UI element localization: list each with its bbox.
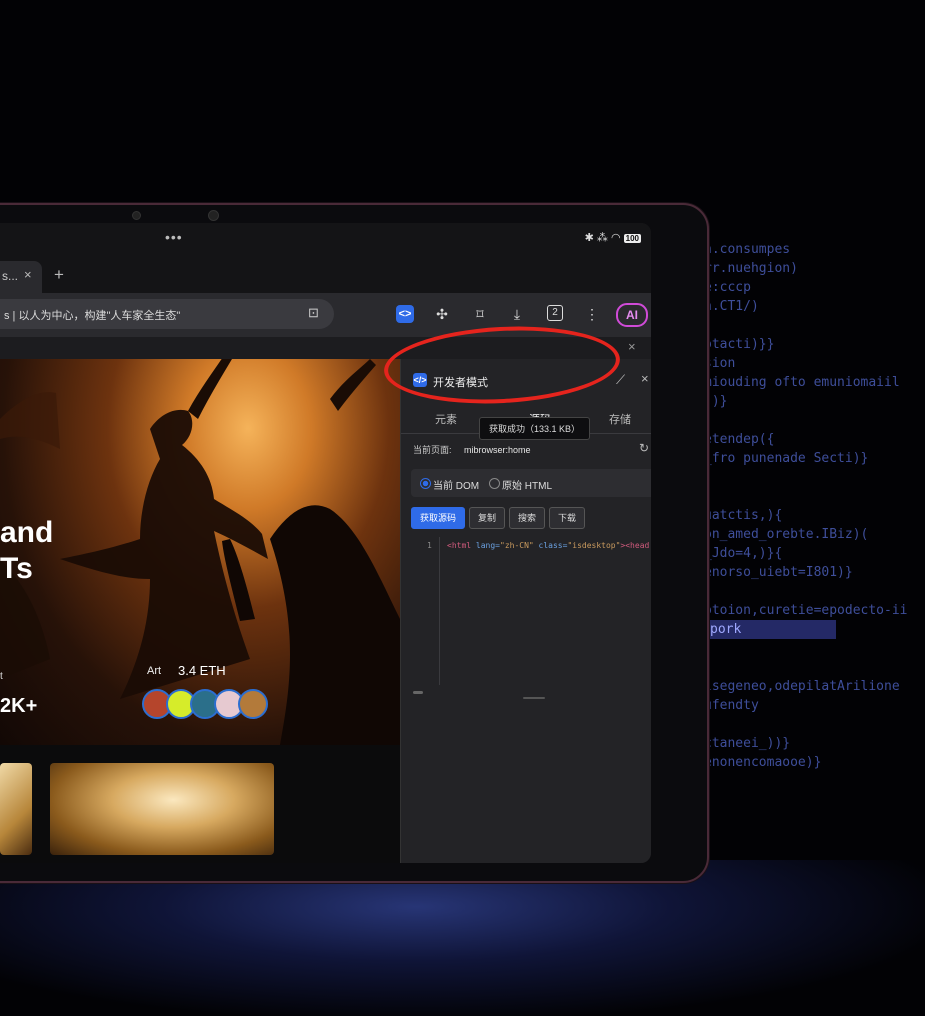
code-line: lsegeneo,odepilatArilione	[704, 679, 900, 694]
developer-panel: </> 开发者模式 ⟋ × 元素 源码 存储 获取成功（133.1 KB） 当前…	[400, 359, 651, 863]
gallery-thumbnail[interactable]	[50, 763, 274, 855]
search-button[interactable]: 搜索	[509, 507, 545, 529]
success-tooltip: 获取成功（133.1 KB）	[479, 417, 591, 440]
code-line: n.consumpes	[704, 242, 791, 257]
source-code-view[interactable]: 1 <html lang="zh-CN" class="isdesktop"><…	[411, 537, 651, 687]
tab-count-icon[interactable]: 2	[547, 305, 563, 321]
code-line: enorso_uiebt=I801)}	[704, 565, 853, 580]
download-button[interactable]: 下载	[549, 507, 585, 529]
hero-title: and Ts	[0, 515, 53, 587]
code-tag: <html	[447, 541, 476, 550]
source-mode-selector: 当前 DOM 原始 HTML	[411, 469, 651, 497]
radio-current-dom[interactable]	[420, 478, 431, 489]
current-page-value: mibrowser:home	[464, 445, 531, 455]
tab-storage[interactable]: 存储	[609, 411, 631, 427]
code-line: otoion,curetie=epodecto-ii	[704, 603, 908, 618]
code-line: _fro punenade Secti)}	[704, 451, 869, 466]
code-line: _Jdo=4,)}{	[704, 546, 783, 561]
front-camera	[208, 210, 219, 221]
hero-title-line-1: and	[0, 516, 54, 549]
code-line-highlighted: pork	[704, 620, 836, 639]
bluetooth-wifi-icons: ✱ ⁂ ◠	[584, 232, 621, 244]
tab-elements[interactable]: 元素	[435, 411, 457, 427]
extensions-icon[interactable]: ✣	[433, 305, 451, 323]
multitask-dots[interactable]: •••	[165, 229, 183, 245]
code-line: sion	[704, 356, 736, 371]
code-line: miouding ofto emuniomaiil	[704, 375, 900, 390]
code-line: enonencomaooe)}	[704, 755, 822, 770]
code-tag: ><head	[620, 541, 650, 550]
code-attr: class=	[538, 541, 568, 550]
category-label: Art	[147, 665, 162, 677]
url-text: s | 以人为中心，构建"人车家全生态"	[4, 310, 181, 322]
price-label: 3.4 ETH	[178, 663, 226, 678]
close-icon[interactable]: ×	[628, 339, 636, 354]
background-glow	[0, 860, 925, 1016]
code-value: "isdesktop"	[567, 541, 621, 550]
current-page: 当前页面: mibrowser:home	[413, 443, 531, 456]
browser-tab[interactable]: s... ×	[0, 261, 42, 293]
camera-dot	[132, 211, 141, 220]
dancer-silhouettes	[0, 359, 400, 745]
hero-image[interactable]: and Ts t 2K+ Art 3.4 ETH	[0, 359, 400, 745]
tab-bar: s... × +	[0, 257, 651, 293]
gutter-divider	[439, 537, 440, 685]
current-page-label: 当前页面:	[413, 445, 452, 455]
code-line: ufendty	[704, 698, 759, 713]
code-line: e:cccp	[704, 280, 751, 295]
close-icon[interactable]: ×	[641, 371, 649, 386]
tab-close-icon[interactable]: ×	[24, 267, 32, 282]
webpage-content: and Ts t 2K+ Art 3.4 ETH	[0, 359, 400, 863]
hero-title-line-2: Ts	[0, 552, 33, 585]
ai-button[interactable]: AI	[616, 303, 648, 327]
developer-mode-icon[interactable]: <>	[396, 305, 414, 323]
new-tab-button[interactable]: +	[54, 265, 64, 285]
code-value: "zh-CN"	[500, 541, 539, 550]
code-line: etendep({	[704, 432, 775, 447]
fetch-source-button[interactable]: 获取源码	[411, 507, 465, 529]
stat-count: 2K+	[0, 695, 38, 717]
stat-label: t	[0, 671, 3, 682]
radio-label: 当前 DOM	[433, 481, 480, 492]
battery-icon: 100	[623, 234, 641, 243]
code-line: uatctis,){	[704, 508, 783, 523]
status-bar: ••• ✱ ⁂ ◠ 100	[0, 223, 651, 257]
tablet-device: ••• ✱ ⁂ ◠ 100 s... × + s | 以人为中心，构建"人车家全…	[0, 203, 709, 883]
radio-original-html[interactable]	[489, 478, 500, 489]
address-bar[interactable]: s | 以人为中心，构建"人车家全生态" ⊡	[0, 299, 334, 329]
gallery-thumbnail[interactable]	[0, 763, 32, 855]
code-line: otacti)}}	[704, 337, 775, 352]
copy-button[interactable]: 复制	[469, 507, 505, 529]
tablet-screen: ••• ✱ ⁂ ◠ 100 s... × + s | 以人为中心，构建"人车家全…	[0, 223, 651, 863]
bookmark-icon[interactable]: ⌑	[471, 305, 489, 323]
tab-title: s...	[2, 269, 19, 283]
refresh-icon[interactable]: ↻	[639, 441, 649, 455]
download-icon[interactable]: ⤓	[508, 305, 526, 323]
code-line: n.CT1/)	[704, 299, 759, 314]
status-icons: ✱ ⁂ ◠ 100	[585, 231, 641, 244]
bookmark-add-icon[interactable]: ⊡	[308, 305, 319, 321]
code-line: on_amed_orebte.IBiz)(	[704, 527, 869, 542]
radio-label: 原始 HTML	[502, 481, 552, 492]
code-attr: lang=	[475, 541, 500, 550]
horizontal-scrollbar[interactable]	[413, 691, 423, 694]
line-number: 1	[427, 541, 432, 550]
code-line: ))}	[704, 394, 728, 409]
code-line: ctaneei_))}	[704, 736, 791, 751]
code-line: <html lang="zh-CN" class="isdesktop"><he…	[447, 541, 649, 550]
pin-icon[interactable]: ⟋	[616, 372, 625, 388]
code-line: rr.nuehgion)	[704, 261, 798, 276]
background-code: n.consumpes rr.nuehgion) e:cccp n.CT1/) …	[704, 240, 925, 840]
resize-handle[interactable]	[523, 697, 545, 699]
more-menu-icon[interactable]: ⋮	[583, 305, 601, 323]
avatar[interactable]	[238, 689, 268, 719]
